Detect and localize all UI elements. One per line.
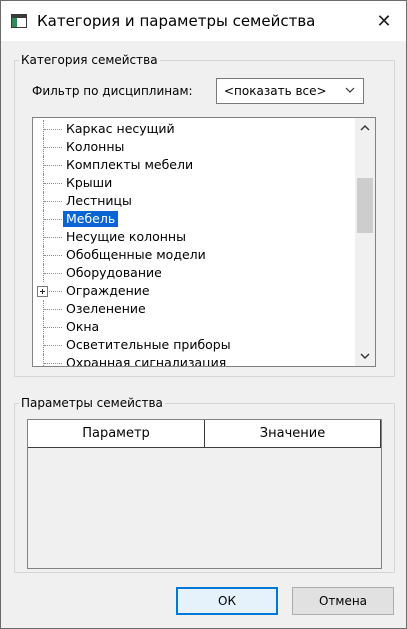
- tree-item-label: Ограждение: [66, 283, 150, 298]
- scroll-up-button[interactable]: [355, 118, 375, 138]
- category-tree-items: Каркас несущий Колонны Комплекты мебели Кры…: [33, 118, 355, 366]
- close-icon[interactable]: ✕: [367, 7, 401, 35]
- window-title: Категория и параметры семейства: [37, 12, 316, 30]
- tree-item-label: Мебель: [63, 211, 119, 227]
- tree-item-label: Несущие колонны: [66, 229, 186, 244]
- title-bar: Категория и параметры семейства ✕: [1, 1, 406, 41]
- tree-item[interactable]: Мебель: [33, 210, 355, 228]
- tree-item-label: Колонны: [66, 139, 125, 154]
- scroll-down-button[interactable]: [355, 346, 375, 366]
- tree-item[interactable]: Крыши: [33, 174, 355, 192]
- tree-scrollbar[interactable]: [355, 118, 375, 366]
- column-header-value[interactable]: Значение: [205, 420, 381, 448]
- tree-item-label: Обобщенные модели: [66, 247, 206, 262]
- chevron-up-icon: [360, 125, 370, 131]
- cancel-button[interactable]: Отмена: [292, 587, 394, 615]
- tree-item[interactable]: Обобщенные модели: [33, 246, 355, 264]
- tree-item-label: Охранная сигнализация: [66, 355, 227, 366]
- chevron-down-icon: [345, 87, 355, 93]
- tree-item-label: Крыши: [66, 175, 113, 190]
- ok-button[interactable]: ОК: [176, 587, 278, 615]
- tree-item[interactable]: Озеленение: [33, 300, 355, 318]
- chevron-down-icon: [360, 353, 370, 359]
- tree-item[interactable]: Охранная сигнализация: [33, 354, 355, 366]
- tree-item[interactable]: Комплекты мебели: [33, 156, 355, 174]
- category-tree[interactable]: Каркас несущий Колонны Комплекты мебели Кры…: [32, 117, 376, 367]
- category-group-label: Категория семейства: [19, 53, 160, 67]
- tree-item[interactable]: Несущие колонны: [33, 228, 355, 246]
- tree-item[interactable]: Осветительные приборы: [33, 336, 355, 354]
- tree-item-label: Лестницы: [66, 193, 132, 208]
- tree-item-label: Оборудование: [66, 265, 162, 280]
- tree-item[interactable]: Ограждение: [33, 282, 355, 300]
- tree-item-label: Окна: [66, 319, 100, 334]
- tree-item[interactable]: Оборудование: [33, 264, 355, 282]
- tree-item-label: Каркас несущий: [66, 121, 175, 136]
- params-group-label: Параметры семейства: [19, 396, 165, 410]
- dialog-window: Категория и параметры семейства ✕ Катего…: [0, 0, 407, 629]
- discipline-filter-select[interactable]: <показать все>: [216, 78, 364, 104]
- tree-item-label: Озеленение: [66, 301, 146, 316]
- tree-item[interactable]: Каркас несущий: [33, 120, 355, 138]
- tree-item-label: Комплекты мебели: [66, 157, 194, 172]
- discipline-filter-label: Фильтр по дисциплинам:: [32, 84, 193, 98]
- scroll-thumb[interactable]: [357, 178, 373, 233]
- tree-item[interactable]: Окна: [33, 318, 355, 336]
- params-table: Параметр Значение: [27, 419, 382, 569]
- tree-item[interactable]: Лестницы: [33, 192, 355, 210]
- tree-item-label: Осветительные приборы: [66, 337, 231, 352]
- discipline-filter-value: <показать все>: [224, 84, 327, 98]
- expand-plus-icon[interactable]: [37, 286, 48, 297]
- tree-item[interactable]: Колонны: [33, 138, 355, 156]
- column-header-parameter[interactable]: Параметр: [28, 420, 205, 448]
- app-window-icon: [11, 14, 27, 28]
